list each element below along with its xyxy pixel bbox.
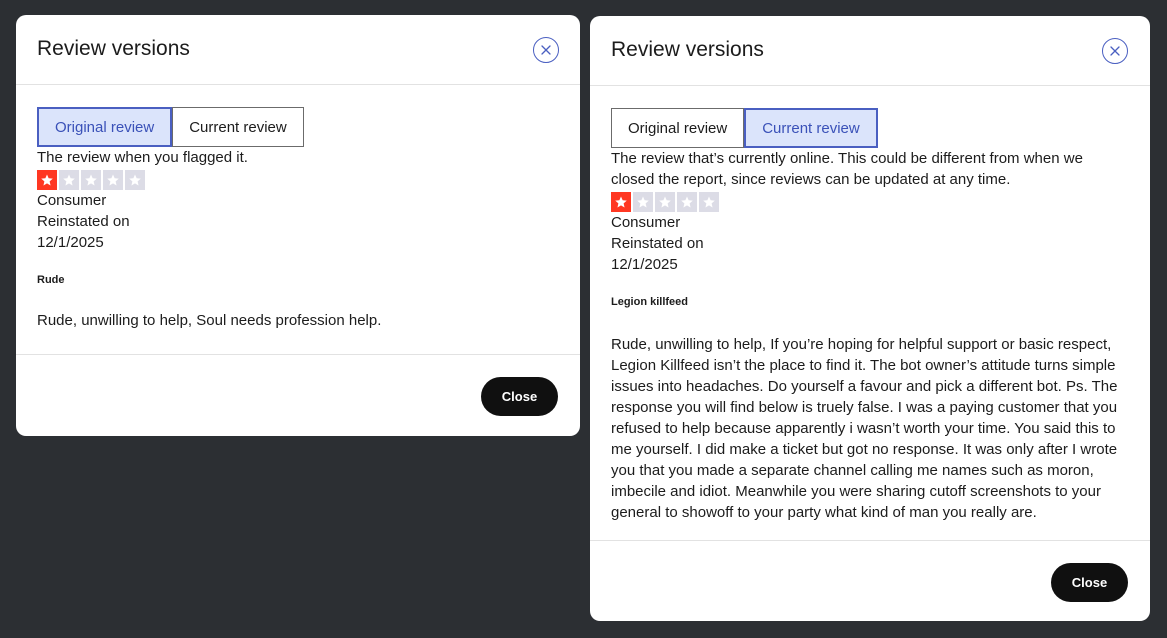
dialog-title: Review versions xyxy=(611,38,764,61)
star-icon xyxy=(611,192,631,212)
dialog-header: Review versions xyxy=(590,16,1150,86)
star-icon xyxy=(677,192,697,212)
review-title: Rude xyxy=(37,274,65,286)
dialog-header: Review versions xyxy=(16,15,580,85)
review-versions-dialog-original: Review versions Original review Current … xyxy=(16,15,580,436)
status-date: 12/1/2025 xyxy=(37,234,104,251)
review-text: Rude, unwilling to help, If you’re hopin… xyxy=(611,336,1118,521)
close-dialog-button[interactable] xyxy=(533,37,559,63)
close-icon xyxy=(1110,46,1120,56)
star-icon xyxy=(103,170,123,190)
dialog-footer: Close xyxy=(16,354,580,436)
status-label: Reinstated on xyxy=(37,213,130,230)
dialog-body: Original review Current review The revie… xyxy=(590,86,1150,523)
close-icon xyxy=(541,45,551,55)
review-title: Legion killfeed xyxy=(611,296,689,308)
close-button[interactable]: Close xyxy=(481,377,558,416)
star-rating xyxy=(37,170,559,190)
tab-current-review[interactable]: Current review xyxy=(172,107,304,147)
dialog-title: Review versions xyxy=(37,37,190,60)
tab-original-review[interactable]: Original review xyxy=(37,107,173,147)
dialog-footer: Close xyxy=(590,540,1150,621)
close-button[interactable]: Close xyxy=(1051,563,1128,602)
version-description: The review when you flagged it. xyxy=(37,149,248,166)
tab-original-review[interactable]: Original review xyxy=(611,108,745,148)
review-author: Consumer xyxy=(611,214,681,231)
star-icon xyxy=(655,192,675,212)
star-icon xyxy=(37,170,57,190)
tab-current-review[interactable]: Current review xyxy=(744,108,878,148)
close-dialog-button[interactable] xyxy=(1102,38,1128,64)
status-date: 12/1/2025 xyxy=(611,256,678,273)
star-icon xyxy=(59,170,79,190)
star-rating xyxy=(611,192,1129,212)
star-icon xyxy=(699,192,719,212)
star-icon xyxy=(125,170,145,190)
review-version-tabs: Original review Current review xyxy=(611,108,1129,148)
version-description: The review that’s currently online. This… xyxy=(611,150,1083,188)
dialog-body: Original review Current review The revie… xyxy=(16,85,580,331)
status-label: Reinstated on xyxy=(611,235,704,252)
review-text: Rude, unwilling to help, Soul needs prof… xyxy=(37,312,382,329)
star-icon xyxy=(81,170,101,190)
star-icon xyxy=(633,192,653,212)
review-author: Consumer xyxy=(37,192,107,209)
review-versions-dialog-current: Review versions Original review Current … xyxy=(590,16,1150,621)
review-version-tabs: Original review Current review xyxy=(37,107,559,147)
